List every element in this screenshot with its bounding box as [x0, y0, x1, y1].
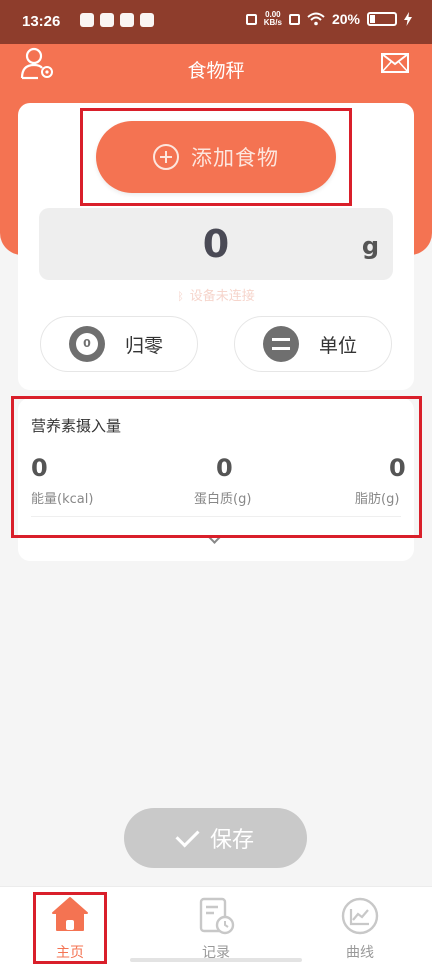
status-bar: 13:26 0.00 KB/s 20% [0, 0, 432, 44]
tiktok-icon [120, 13, 134, 27]
swap-icon [263, 326, 299, 362]
app-notification-icon [100, 13, 114, 27]
gesture-bar [130, 958, 302, 962]
battery-icon [367, 12, 397, 26]
status-right: 0.00 KB/s 20% [245, 11, 412, 27]
status-time: 13:26 [22, 13, 61, 30]
app-notification-icon [140, 13, 154, 27]
home-highlight [33, 892, 107, 964]
notification-icons [80, 13, 154, 27]
save-button[interactable]: 保存 [124, 808, 307, 868]
mail-icon[interactable] [381, 53, 409, 73]
check-icon [175, 822, 200, 848]
unit-label: 单位 [319, 334, 358, 357]
weight-value: 0 [202, 222, 230, 266]
bluetooth-icon: ᛒ [177, 290, 184, 303]
zero-button[interactable]: 0 归零 [40, 316, 198, 372]
zero-label: 归零 [125, 334, 164, 357]
reset-zero-icon: 0 [69, 326, 105, 362]
weight-display: 0 g [39, 208, 393, 280]
nav-label-curve: 曲线 [346, 945, 374, 961]
save-label: 保存 [209, 828, 254, 853]
device-status: ᛒ 设备未连接 [0, 285, 432, 304]
page-title: 食物秤 [187, 60, 245, 82]
curve-icon [341, 897, 379, 935]
net-speed-unit: KB/s [263, 18, 282, 27]
wifi-icon [307, 12, 325, 26]
weight-unit: g [361, 232, 379, 260]
vibrate-icon [245, 13, 257, 25]
record-icon [199, 897, 235, 935]
charging-icon [404, 12, 412, 26]
device-status-text: 设备未连接 [189, 289, 255, 304]
battery-percent: 20% [331, 11, 360, 27]
sim-icon [288, 13, 300, 25]
nav-item-curve[interactable]: 曲线 [315, 896, 405, 962]
nutrition-highlight [11, 396, 422, 538]
nav-item-record[interactable]: 记录 [171, 896, 261, 962]
add-food-highlight [80, 108, 352, 206]
net-speed: 0.00 KB/s [264, 11, 282, 27]
app-notification-icon [80, 13, 94, 27]
unit-button[interactable]: 单位 [234, 316, 392, 372]
